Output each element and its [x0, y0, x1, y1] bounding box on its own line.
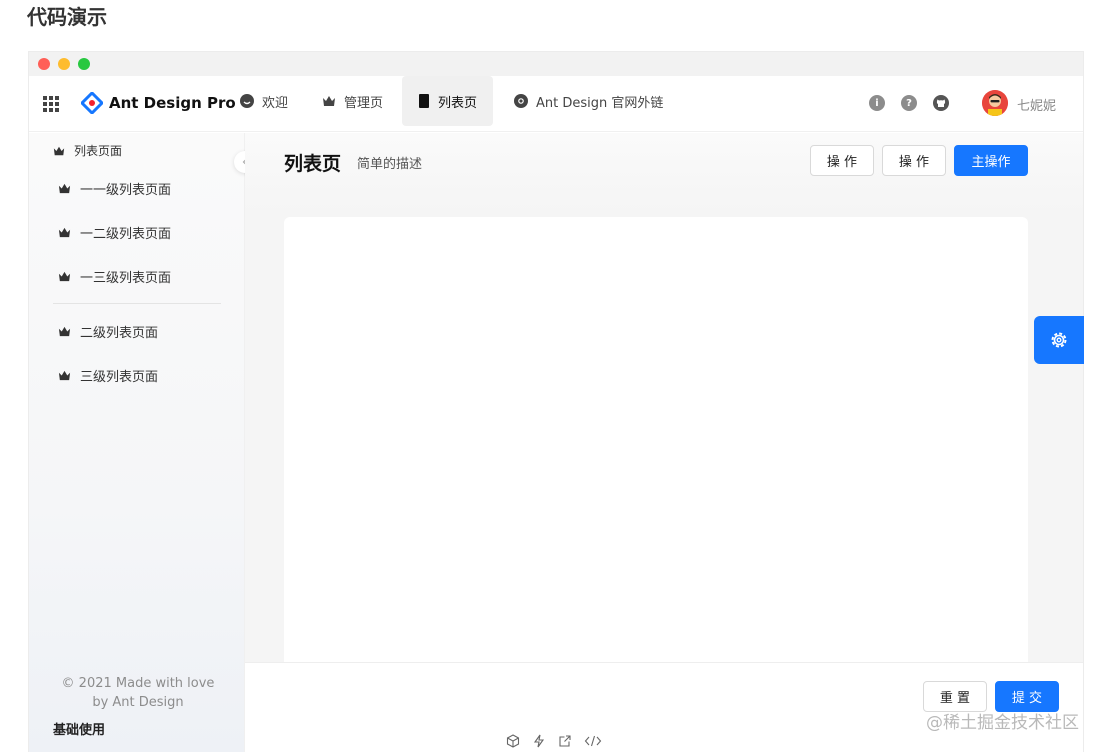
primary-action-button[interactable]: 主操作 — [954, 145, 1028, 176]
sidebar-item-level1-b[interactable]: 一二级列表页面 — [58, 223, 171, 242]
sidebar: 列表页面 一一级列表页面 一二级列表页面 一三级列表页面 二级列表页面 三级列表… — [29, 133, 245, 752]
watermark: @稀土掘金技术社区 — [926, 713, 1079, 733]
window-maximize-dot[interactable] — [78, 58, 90, 70]
section-label: 基础使用 — [53, 723, 106, 738]
crown-icon — [58, 271, 71, 282]
sidebar-item-label: 一三级列表页面 — [80, 271, 172, 286]
sidebar-group-label: 列表页面 — [74, 144, 123, 158]
logo-text: Ant Design Pro — [109, 94, 236, 112]
avatar[interactable] — [982, 90, 1008, 116]
crown-icon — [58, 370, 71, 381]
crown-icon — [58, 227, 71, 238]
sidebar-item-label: 三级列表页面 — [80, 370, 159, 385]
page-description: 简单的描述 — [357, 157, 423, 172]
nav-item-external-link[interactable]: Ant Design 官网外链 — [514, 76, 663, 126]
sidebar-divider — [53, 303, 221, 304]
window-minimize-dot[interactable] — [58, 58, 70, 70]
sidebar-item-label: 一二级列表页面 — [80, 227, 172, 242]
action-button-2[interactable]: 操 作 — [882, 145, 946, 176]
chrome-icon — [514, 94, 528, 108]
page-title: 列表页 — [284, 153, 342, 175]
sidebar-item-level3[interactable]: 三级列表页面 — [58, 366, 158, 385]
footer-credit: by Ant Design — [92, 695, 184, 710]
sidebar-item-label: 二级列表页面 — [80, 326, 159, 341]
window-titlebar — [29, 52, 1083, 76]
gear-icon — [1051, 332, 1067, 348]
nav-item-label: 列表页 — [438, 95, 478, 111]
footer-toolbar: 重 置 提 交 — [245, 662, 1083, 752]
action-button-1[interactable]: 操 作 — [810, 145, 874, 176]
window-close-dot[interactable] — [38, 58, 50, 70]
help-icon[interactable]: ? — [901, 95, 917, 111]
ant-design-logo-icon — [81, 92, 103, 114]
crown-icon — [323, 96, 335, 106]
footer-copyright: © 2021 Made with love — [61, 676, 215, 691]
github-icon[interactable] — [933, 95, 949, 115]
crown-icon — [53, 146, 65, 155]
content-area: 列表页 简单的描述 操 作 操 作 主操作 重 置 提 交 — [245, 133, 1083, 752]
page-heading: 代码演示 — [27, 5, 107, 29]
crown-icon — [58, 326, 71, 337]
sidebar-item-label: 一一级列表页面 — [80, 183, 172, 198]
nav-item-label: 管理页 — [344, 95, 384, 111]
settings-drawer-button[interactable] — [1034, 316, 1084, 364]
content-card — [284, 217, 1028, 667]
app-logo[interactable]: Ant Design Pro — [81, 92, 236, 114]
nav-item-label: Ant Design 官网外链 — [536, 95, 664, 111]
tablet-icon — [419, 94, 429, 108]
crown-icon — [58, 183, 71, 194]
top-navigation: Ant Design Pro 欢迎 管理页 列表页 Ant Design 官网外… — [29, 76, 1083, 132]
codesandbox-icon[interactable] — [506, 734, 520, 748]
nav-item-list[interactable]: 列表页 — [402, 76, 494, 126]
apps-grid-icon[interactable] — [43, 96, 59, 116]
info-icon[interactable]: i — [869, 95, 885, 111]
user-name[interactable]: 七妮妮 — [1017, 95, 1056, 114]
sidebar-item-level1-a[interactable]: 一一级列表页面 — [58, 179, 171, 198]
sidebar-item-level2[interactable]: 二级列表页面 — [58, 322, 158, 341]
demo-frame: Ant Design Pro 欢迎 管理页 列表页 Ant Design 官网外… — [28, 51, 1084, 752]
sidebar-item-level1-c[interactable]: 一三级列表页面 — [58, 267, 171, 286]
nav-item-label: 欢迎 — [262, 95, 289, 111]
page-header: 列表页 简单的描述 操 作 操 作 主操作 — [245, 133, 1083, 213]
smile-icon — [240, 94, 254, 108]
nav-item-welcome[interactable]: 欢迎 — [240, 76, 288, 126]
lightning-icon[interactable] — [532, 734, 546, 748]
code-icon[interactable] — [584, 734, 602, 748]
code-toolbar — [506, 734, 602, 748]
sidebar-footer: © 2021 Made with love by Ant Design — [53, 674, 223, 712]
external-link-icon[interactable] — [558, 734, 572, 748]
nav-item-admin[interactable]: 管理页 — [322, 76, 383, 126]
sidebar-group-list-pages[interactable]: 列表页面 — [53, 142, 122, 159]
